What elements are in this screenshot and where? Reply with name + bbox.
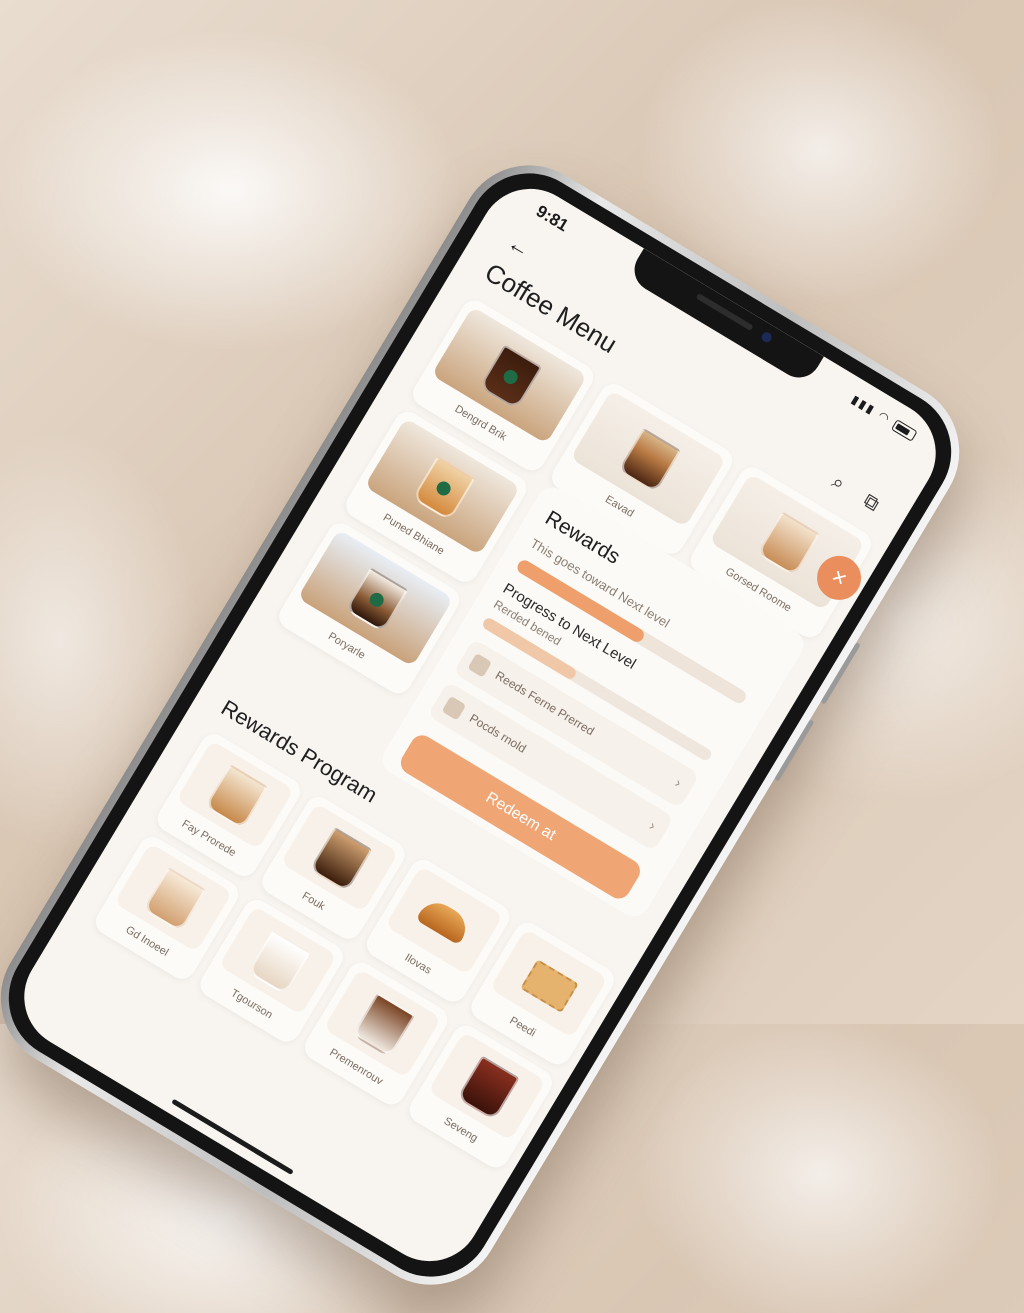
chevron-right-icon: › bbox=[672, 774, 685, 791]
front-camera-icon bbox=[759, 330, 774, 345]
battery-icon bbox=[891, 418, 918, 442]
gift-icon bbox=[467, 652, 493, 678]
signal-icon: ▮▮▮ bbox=[848, 392, 879, 418]
search-icon[interactable]: ⌕ bbox=[827, 471, 849, 496]
status-time: 9:81 bbox=[532, 201, 572, 236]
app-screen: 9:81 ▮▮▮ ◠ ← Coffee Menu ⌕ ⧉ Dengrd Brik… bbox=[4, 169, 956, 1281]
home-indicator[interactable] bbox=[171, 1098, 294, 1176]
wifi-icon: ◠ bbox=[875, 408, 894, 427]
croissant-image bbox=[415, 895, 473, 946]
chevron-right-icon: › bbox=[646, 817, 659, 834]
notch bbox=[626, 248, 824, 386]
biscuit-image bbox=[520, 959, 579, 1013]
reward-option-label: Pocds rnold bbox=[467, 711, 529, 756]
share-icon[interactable]: ⧉ bbox=[859, 490, 883, 517]
back-arrow-icon[interactable]: ← bbox=[503, 230, 535, 264]
status-icons: ▮▮▮ ◠ bbox=[849, 392, 919, 442]
coupon-icon bbox=[441, 695, 467, 721]
product-image bbox=[570, 389, 727, 528]
phone-device: 9:81 ▮▮▮ ◠ ← Coffee Menu ⌕ ⧉ Dengrd Brik… bbox=[0, 139, 986, 1311]
phone-bezel: 9:81 ▮▮▮ ◠ ← Coffee Menu ⌕ ⧉ Dengrd Brik… bbox=[0, 150, 975, 1300]
speaker-grille bbox=[695, 292, 754, 332]
